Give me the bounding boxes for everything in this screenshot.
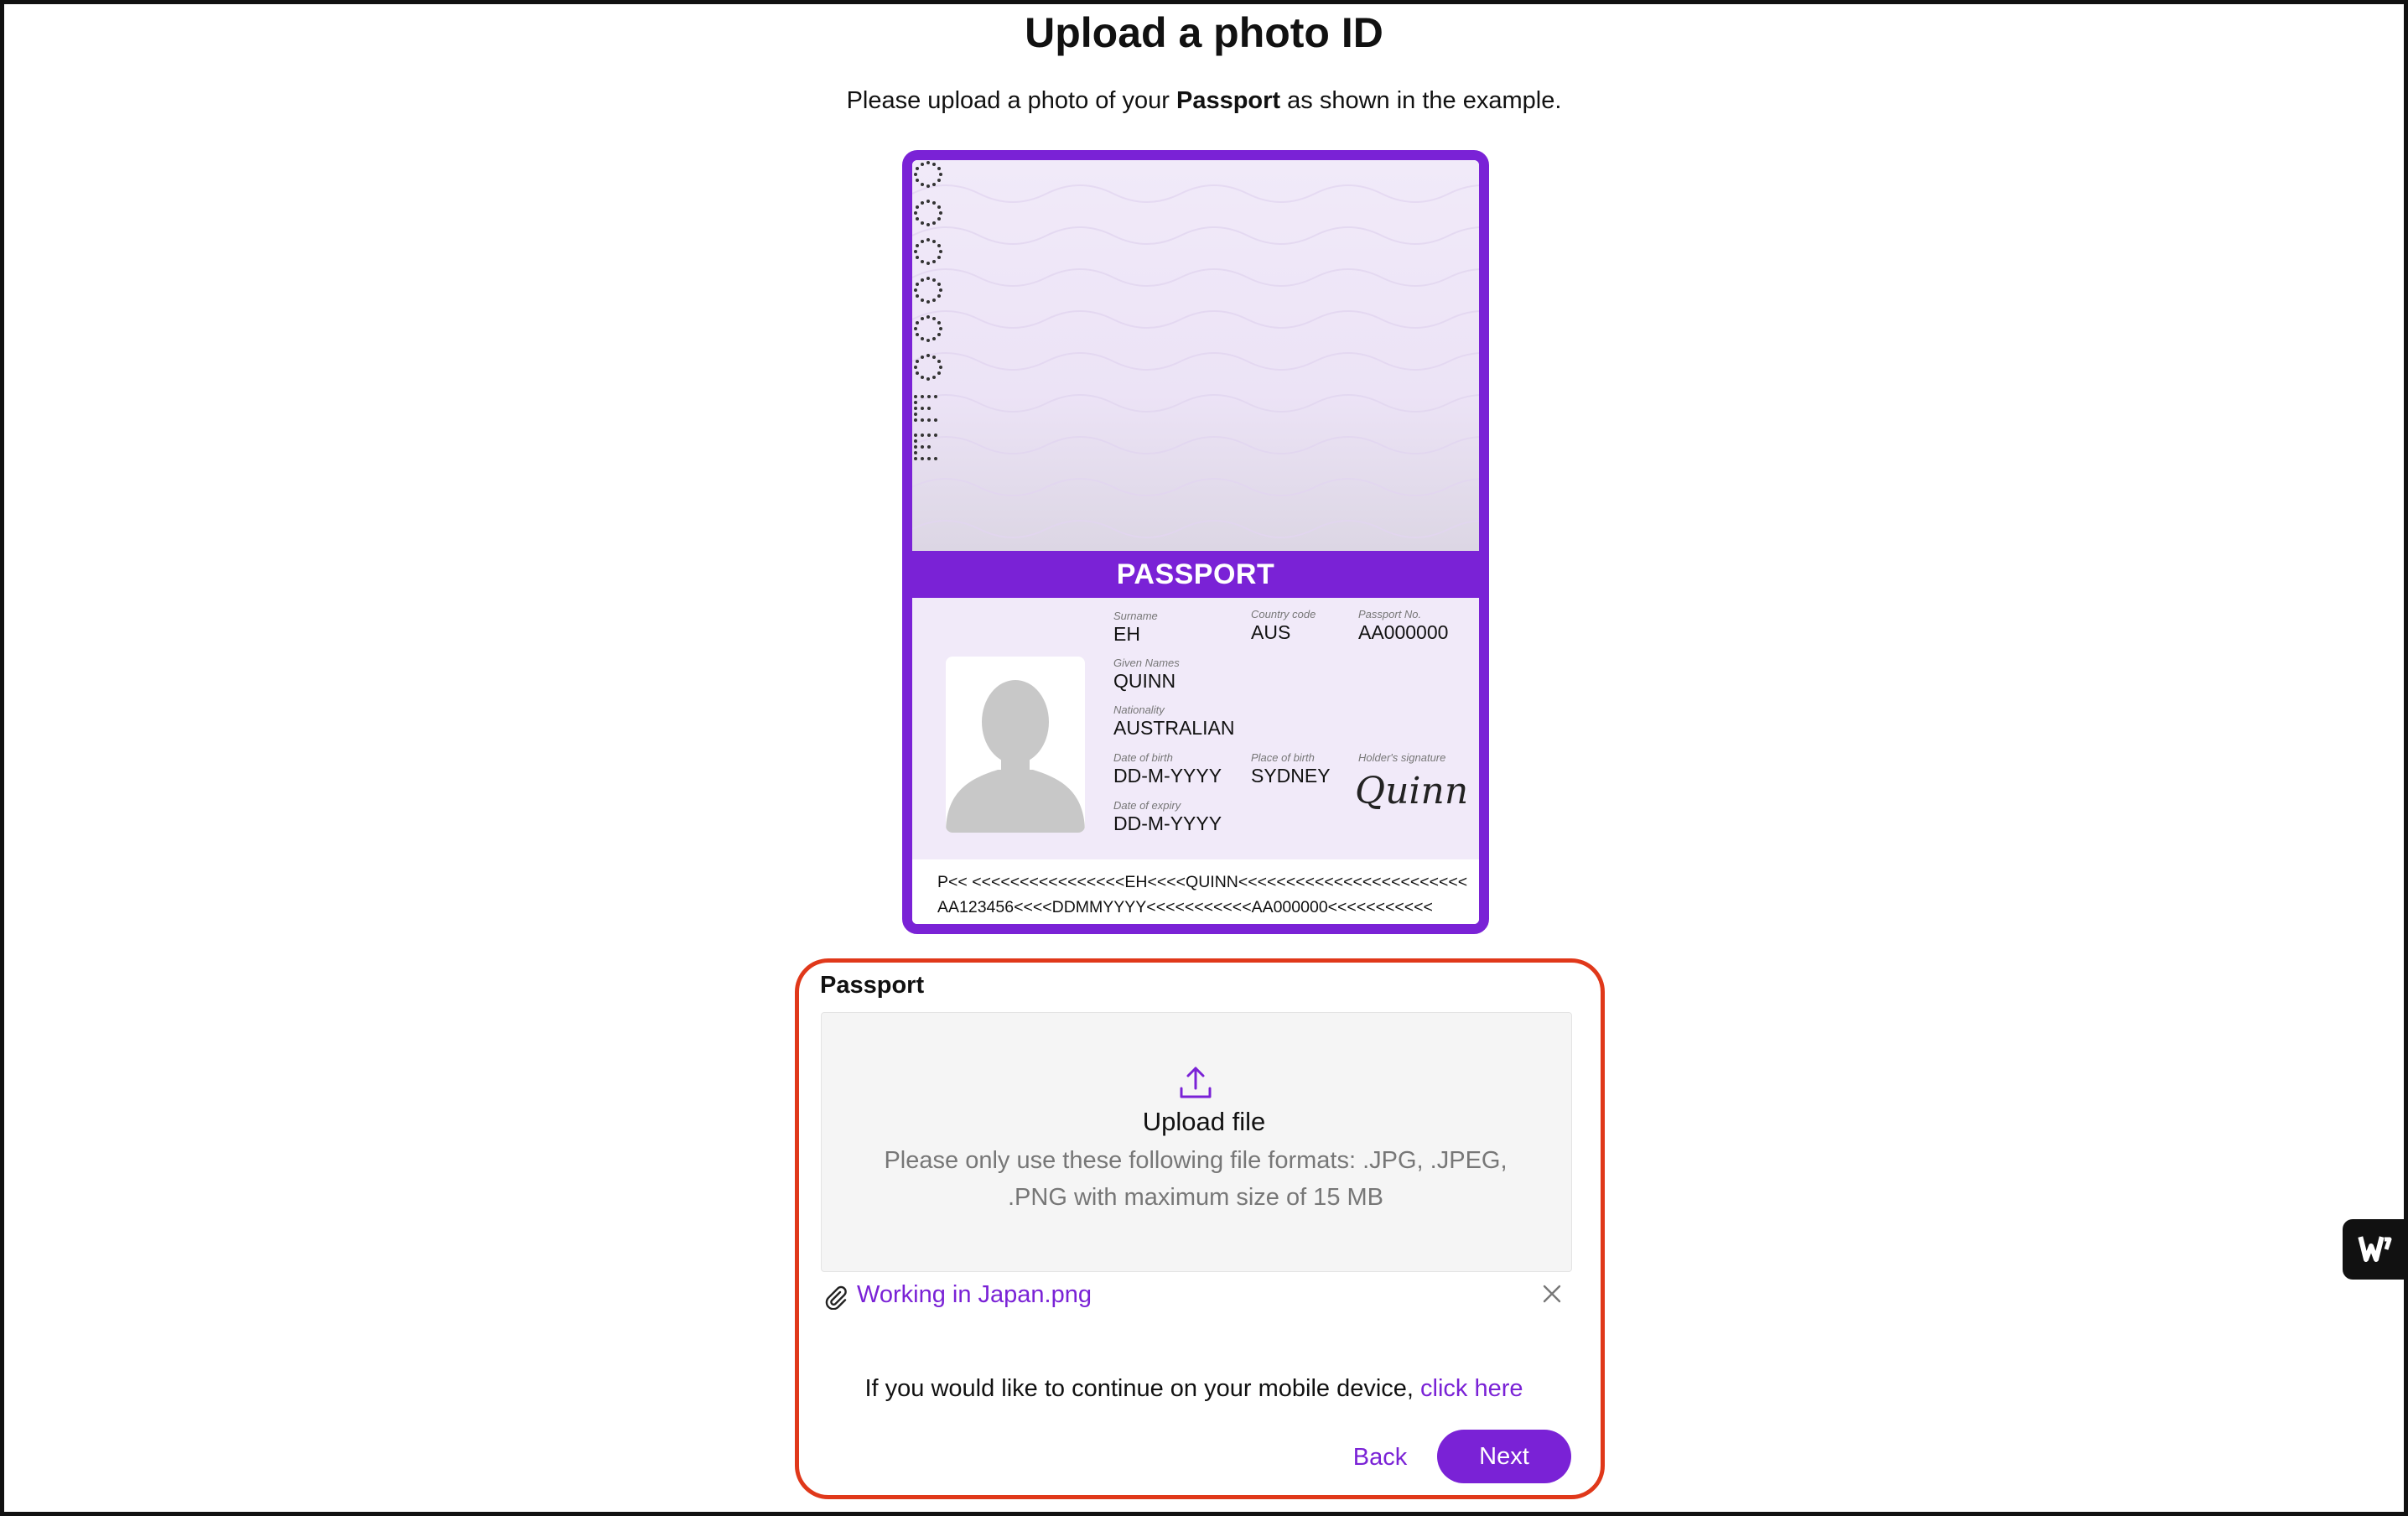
field-date-of-birth: Date of birth DD-M-YYYY bbox=[1113, 751, 1222, 787]
field-nationality: Nationality AUSTRALIAN bbox=[1113, 703, 1235, 739]
passport-band: PASSPORT bbox=[912, 551, 1479, 598]
upload-section-label: Passport bbox=[820, 972, 925, 999]
field-date-of-expiry: Date of expiry DD-M-YYYY bbox=[1113, 799, 1222, 834]
passport-data-page: Surname EH Country code AUS Passport No.… bbox=[912, 598, 1479, 859]
upload-icon bbox=[1180, 1067, 1212, 1098]
widget-launcher-button[interactable] bbox=[2343, 1219, 2408, 1280]
field-passport-no: Passport No. AA000000 bbox=[1358, 608, 1449, 643]
dropzone-title: Upload file bbox=[1142, 1107, 1266, 1136]
paperclip-icon bbox=[825, 1285, 847, 1310]
back-button[interactable]: Back bbox=[1340, 1431, 1420, 1483]
holder-signature: Quinn bbox=[1355, 770, 1469, 813]
wave-pattern bbox=[912, 184, 1479, 538]
field-signature-label: Holder's signature bbox=[1358, 751, 1446, 764]
next-button[interactable]: Next bbox=[1437, 1430, 1571, 1483]
field-given-names: Given Names QUINN bbox=[1113, 657, 1180, 692]
mobile-continue-text: If you would like to continue on your mo… bbox=[0, 1375, 2388, 1403]
instructions-suffix: as shown in the example. bbox=[1280, 87, 1562, 114]
passport-top-page bbox=[912, 160, 1479, 551]
page-title: Upload a photo ID bbox=[1025, 9, 1383, 56]
instructions-text: Please upload a photo of your Passport a… bbox=[0, 87, 2408, 115]
document-type: Passport bbox=[1175, 87, 1281, 114]
field-place-of-birth: Place of birth SYDNEY bbox=[1251, 751, 1331, 787]
field-country-code: Country code AUS bbox=[1251, 608, 1316, 643]
close-icon[interactable] bbox=[1539, 1281, 1565, 1306]
instructions-prefix: Please upload a photo of your bbox=[846, 87, 1176, 114]
perforation-icon bbox=[914, 161, 942, 460]
mrz-line-1: P<< <<<<<<<<<<<<<<<<EH<<<<QUINN<<<<<<<<<… bbox=[937, 873, 1468, 891]
dropzone-hint: Please only use these following file for… bbox=[884, 1147, 1508, 1211]
passport-example: PASSPORT Surname EH Country code AUS Pas… bbox=[902, 150, 1489, 934]
field-surname: Surname EH bbox=[1113, 610, 1158, 645]
mrz-line-2: AA123456<<<<DDMMYYYY<<<<<<<<<<<AA000000<… bbox=[937, 898, 1433, 916]
person-silhouette-icon bbox=[946, 657, 1085, 833]
w-logo-icon bbox=[2358, 1236, 2392, 1262]
mobile-continue-prefix: If you would like to continue on your mo… bbox=[864, 1375, 1421, 1402]
mobile-continue-link[interactable]: click here bbox=[1420, 1375, 1523, 1402]
passport-mrz: P<< <<<<<<<<<<<<<<<<EH<<<<QUINN<<<<<<<<<… bbox=[912, 859, 1479, 924]
attached-file-link[interactable]: Working in Japan.png bbox=[857, 1281, 1092, 1309]
